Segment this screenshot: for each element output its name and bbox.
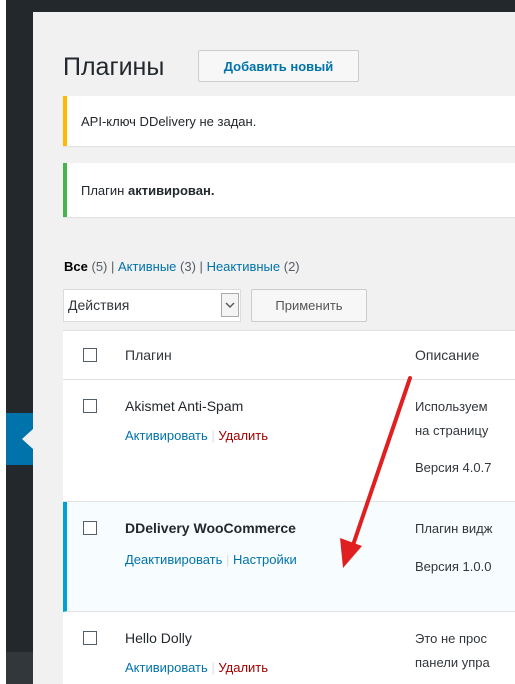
- select-all-checkbox[interactable]: [83, 348, 97, 362]
- filter-inactive-count: (2): [283, 259, 300, 274]
- table-row: DDelivery WooCommerce Деактивировать | Н…: [63, 502, 515, 612]
- plugin-name: Hello Dolly: [125, 630, 192, 646]
- bulk-actions-value: Действия: [68, 297, 130, 313]
- row-checkbox[interactable]: [83, 399, 97, 413]
- settings-link[interactable]: Настройки: [233, 552, 297, 567]
- plugin-description-line: панели упра: [415, 655, 490, 670]
- admin-top-bar: [33, 0, 515, 12]
- row-actions: Деактивировать | Настройки: [125, 552, 297, 567]
- row-checkbox[interactable]: [83, 631, 97, 645]
- current-menu-arrow-icon: [22, 429, 33, 449]
- notice-success-strong: активирован.: [127, 183, 215, 198]
- plugin-name: Akismet Anti-Spam: [125, 398, 244, 414]
- delete-link[interactable]: Удалить: [218, 660, 268, 675]
- plugin-description-line: Плагин видж: [415, 521, 493, 536]
- activate-link[interactable]: Активировать: [125, 428, 208, 443]
- admin-sidebar: [0, 0, 33, 684]
- filter-active[interactable]: Активные: [118, 259, 176, 274]
- plugin-description-line: Используем: [415, 399, 488, 414]
- page-title: Плагины: [63, 53, 165, 81]
- plugin-version: Версия 1.0.0: [415, 559, 492, 574]
- row-checkbox[interactable]: [83, 521, 97, 535]
- plugin-name: DDelivery WooCommerce: [125, 520, 296, 536]
- plugin-description-line: Это не прос: [415, 631, 488, 646]
- filter-all[interactable]: Все: [64, 259, 88, 274]
- plugin-status-filters: Все (5) | Активные (3) | Неактивные (2): [64, 259, 300, 274]
- table-header: Плагин Описание: [63, 331, 515, 380]
- filter-active-count: (3): [180, 259, 196, 274]
- bulk-actions-select[interactable]: Действия: [63, 289, 241, 322]
- sidebar-edge: [0, 0, 6, 684]
- notice-api-key-warning: API-ключ DDelivery не задан.: [63, 96, 515, 146]
- row-actions: Активировать | Удалить: [125, 428, 269, 443]
- table-row: Hello Dolly Активировать | Удалить Это н…: [63, 612, 515, 684]
- filter-inactive[interactable]: Неактивные: [207, 259, 281, 274]
- deactivate-link[interactable]: Деактивировать: [125, 552, 222, 567]
- filter-separator: |: [199, 259, 203, 274]
- sidebar-collapse-area[interactable]: [6, 652, 33, 684]
- table-row: Akismet Anti-Spam Активировать | Удалить…: [63, 380, 515, 502]
- column-plugin: Плагин: [125, 347, 172, 363]
- chevron-down-icon[interactable]: [221, 293, 239, 317]
- notice-success-prefix: Плагин: [81, 183, 128, 198]
- filter-all-count: (5): [91, 259, 108, 274]
- row-actions: Активировать | Удалить: [125, 660, 269, 675]
- plugins-table: Плагин Описание Akismet Anti-Spam Активи…: [63, 330, 515, 684]
- plugin-version: Версия 4.0.7: [415, 460, 492, 475]
- activate-link[interactable]: Активировать: [125, 660, 208, 675]
- delete-link[interactable]: Удалить: [218, 428, 268, 443]
- notice-warning-text: API-ключ DDelivery не задан.: [81, 114, 257, 129]
- column-description: Описание: [415, 347, 480, 363]
- main-content: Плагины Добавить новый API-ключ DDeliver…: [33, 0, 515, 684]
- notice-plugin-activated: Плагин активирован.: [63, 163, 515, 217]
- filter-separator: |: [111, 259, 115, 274]
- add-new-plugin-button[interactable]: Добавить новый: [198, 50, 359, 82]
- plugin-description-line: на страницу: [415, 423, 489, 438]
- apply-bulk-button[interactable]: Применить: [251, 289, 367, 322]
